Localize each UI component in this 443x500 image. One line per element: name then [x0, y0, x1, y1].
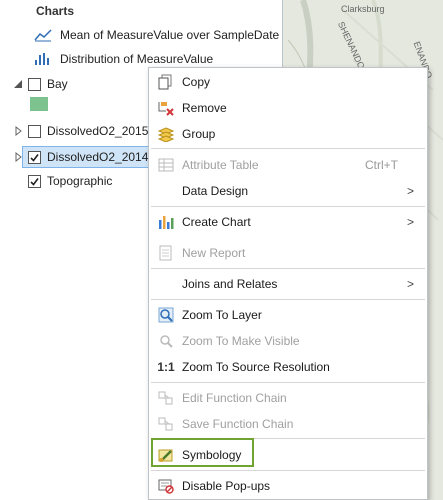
layer-label: Topographic [47, 174, 113, 188]
menu-item-new-report[interactable]: New Report [149, 240, 427, 265]
menu-item-label: Edit Function Chain [182, 390, 287, 405]
submenu-arrow-icon: > [407, 183, 415, 198]
menu-item-shortcut: Ctrl+T [365, 157, 398, 172]
bar-chart-icon [157, 213, 175, 231]
line-chart-icon [34, 28, 52, 42]
chart-item-label: Distribution of MeasureValue [60, 52, 214, 66]
map-label-town: Clarksburg [341, 4, 385, 14]
layer-visibility-checkbox[interactable] [28, 124, 41, 138]
chart-item-label: Mean of MeasureValue over SampleDate [60, 28, 280, 42]
menu-item-label: Save Function Chain [182, 416, 294, 431]
menu-item-zoom-make-visible[interactable]: Zoom To Make Visible [149, 328, 427, 353]
menu-item-data-design[interactable]: Data Design > [149, 178, 427, 203]
menu-item-label: Copy [182, 74, 211, 89]
menu-item-label: Remove [182, 100, 227, 115]
edit-function-icon [157, 389, 175, 407]
charts-heading: Charts [36, 4, 75, 18]
layer-row-dissolvedo2-2015[interactable]: DissolvedO2_2015 [0, 121, 148, 141]
layer-visibility-checkbox[interactable] [28, 77, 41, 91]
menu-separator [151, 206, 425, 207]
expand-triangle-icon[interactable] [12, 78, 24, 90]
collapse-triangle-icon[interactable] [12, 151, 24, 163]
menu-separator [151, 148, 425, 149]
zoom-layer-icon [157, 306, 175, 324]
menu-item-label: Data Design [182, 183, 249, 198]
menu-separator [151, 470, 425, 471]
menu-item-label: Zoom To Layer [182, 307, 262, 322]
layer-visibility-checkbox[interactable] [28, 150, 41, 164]
collapse-triangle-icon[interactable] [12, 125, 24, 137]
report-icon [157, 244, 175, 262]
chart-item-distribution[interactable]: Distribution of MeasureValue [34, 50, 213, 68]
menu-item-label: Disable Pop-ups [182, 478, 271, 493]
layer-label: DissolvedO2_2015 [47, 124, 149, 138]
layer-row-dissolvedo2-2014[interactable]: DissolvedO2_2014 [0, 147, 148, 167]
layer-row-bay[interactable]: Bay [0, 74, 68, 94]
menu-item-label: Zoom To Make Visible [182, 333, 300, 348]
submenu-arrow-icon: > [407, 276, 415, 291]
menu-item-remove[interactable]: Remove [149, 95, 427, 120]
menu-separator [151, 268, 425, 269]
remove-icon [157, 99, 175, 117]
table-icon [157, 156, 175, 174]
menu-item-attribute-table[interactable]: Attribute Table Ctrl+T [149, 152, 427, 177]
menu-item-group[interactable]: Group [149, 121, 427, 146]
menu-item-label: Zoom To Source Resolution [182, 359, 330, 374]
menu-item-label: Group [182, 126, 216, 141]
menu-separator [151, 299, 425, 300]
menu-item-create-chart[interactable]: Create Chart > [149, 209, 427, 234]
menu-item-save-function-chain[interactable]: Save Function Chain [149, 411, 427, 436]
menu-item-label: Create Chart [182, 214, 251, 229]
zoom-visible-icon [157, 332, 175, 350]
menu-item-edit-function-chain[interactable]: Edit Function Chain [149, 385, 427, 410]
layer-label: DissolvedO2_2014 [47, 150, 149, 164]
menu-item-joins-relates[interactable]: Joins and Relates > [149, 271, 427, 296]
copy-icon [157, 73, 175, 91]
menu-item-label: Joins and Relates [182, 276, 278, 291]
menu-item-disable-popups[interactable]: Disable Pop-ups [149, 473, 427, 498]
layer-visibility-checkbox[interactable] [28, 174, 41, 188]
chart-item-mean[interactable]: Mean of MeasureValue over SampleDate [34, 26, 279, 44]
menu-item-zoom-source-resolution[interactable]: 1:1 Zoom To Source Resolution [149, 354, 427, 379]
histogram-icon [34, 52, 52, 66]
one-to-one-icon: 1:1 [157, 359, 175, 374]
group-layers-icon [157, 125, 175, 143]
bay-symbol-swatch[interactable] [30, 97, 48, 111]
submenu-arrow-icon: > [407, 214, 415, 229]
save-function-icon [157, 415, 175, 433]
menu-item-zoom-to-layer[interactable]: Zoom To Layer [149, 302, 427, 327]
menu-item-label: New Report [182, 245, 246, 260]
disable-popup-icon [157, 477, 175, 495]
layer-row-topographic[interactable]: Topographic [0, 171, 112, 191]
layer-label: Bay [47, 77, 68, 91]
menu-item-label: Attribute Table [182, 157, 259, 172]
symbology-highlight-box [151, 438, 254, 467]
menu-item-copy[interactable]: Copy [149, 69, 427, 94]
layer-context-menu: Copy Remove Group Attribute Table Ctrl+T… [148, 67, 428, 500]
menu-separator [151, 382, 425, 383]
